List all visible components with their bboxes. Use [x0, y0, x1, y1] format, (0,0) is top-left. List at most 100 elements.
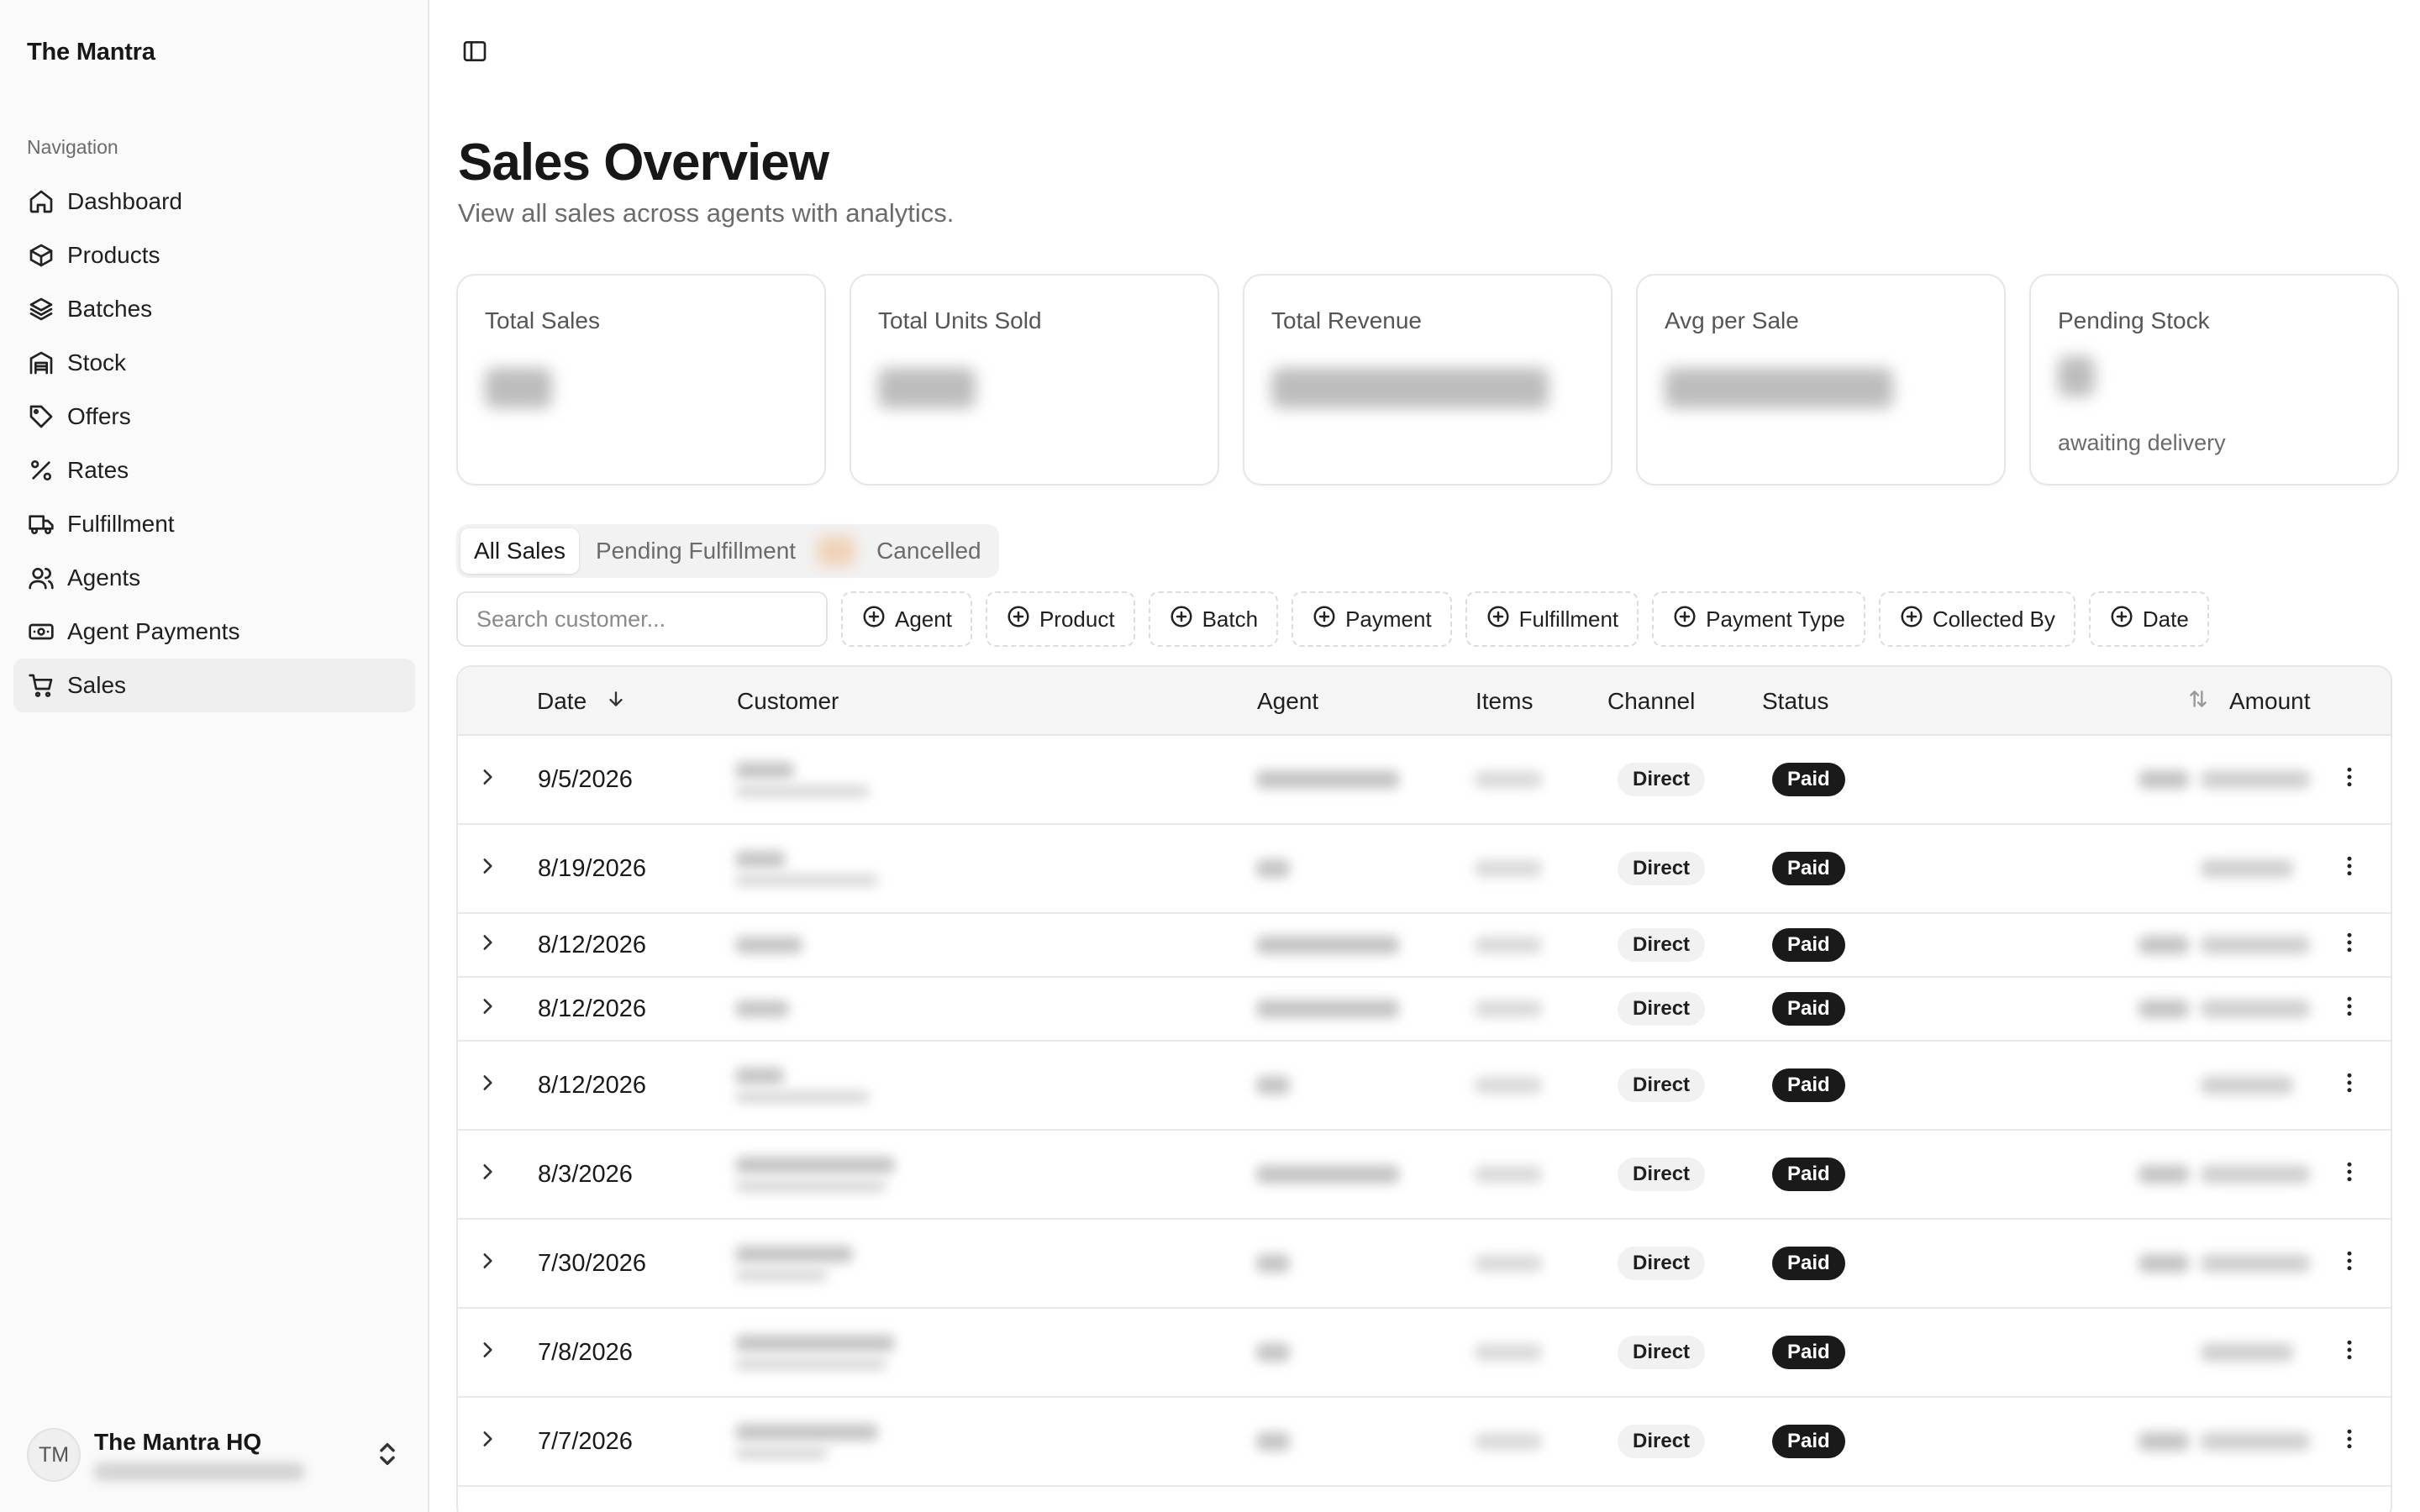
filter-batch-button[interactable]: Batch: [1148, 591, 1279, 647]
sidebar-toggle-button[interactable]: [458, 37, 492, 71]
status-badge: Paid: [1772, 1425, 1845, 1458]
items-redacted: [1475, 978, 1542, 1040]
table-row[interactable]: [458, 1487, 2391, 1512]
expand-row-button[interactable]: [476, 825, 498, 912]
row-actions-button[interactable]: [2337, 1398, 2362, 1485]
row-actions-button[interactable]: [2337, 825, 2362, 912]
filter-collected-by-button[interactable]: Collected By: [1878, 591, 2075, 647]
items-redacted: [1475, 1131, 1542, 1218]
sidebar-item-batches[interactable]: Batches: [13, 282, 415, 336]
tab-redacted[interactable]: [813, 528, 860, 574]
customer-redacted: [735, 914, 802, 976]
sidebar-nav: Dashboard Products Batches Stock Offers …: [13, 175, 415, 712]
row-actions-button[interactable]: [2337, 978, 2362, 1040]
tab-cancelled[interactable]: Cancelled: [863, 528, 995, 574]
channel-badge: Direct: [1618, 1247, 1706, 1280]
column-header-amount[interactable]: Amount: [2187, 667, 2311, 736]
expand-row-button[interactable]: [476, 1131, 498, 1218]
chevron-right-icon: [476, 1428, 498, 1456]
expand-row-button[interactable]: [476, 1042, 498, 1129]
amount-redacted: [2139, 1131, 2310, 1218]
table-row[interactable]: 8/3/2026 Direct Paid: [458, 1131, 2391, 1220]
sidebar-item-products[interactable]: Products: [13, 228, 415, 282]
stat-value-redacted: [1665, 368, 1893, 408]
expand-row-button[interactable]: [476, 1398, 498, 1485]
row-actions-button[interactable]: [2337, 914, 2362, 976]
box-icon: [27, 241, 55, 270]
filter-product-button[interactable]: Product: [985, 591, 1135, 647]
status-badge: Paid: [1772, 992, 1845, 1026]
chevron-right-icon: [476, 1250, 498, 1278]
table-row[interactable]: 7/30/2026 Direct Paid: [458, 1220, 2391, 1309]
sidebar-item-fulfillment[interactable]: Fulfillment: [13, 497, 415, 551]
sidebar-item-label: Fulfillment: [67, 511, 175, 537]
agent-redacted: [1256, 1131, 1399, 1218]
column-header-channel: Channel: [1607, 688, 1696, 714]
sidebar-item-sales[interactable]: Sales: [13, 659, 415, 712]
expand-row-button[interactable]: [476, 914, 498, 976]
sidebar-item-rates[interactable]: Rates: [13, 444, 415, 497]
chevron-right-icon: [476, 1161, 498, 1189]
customer-redacted: [735, 1042, 870, 1129]
account-switcher[interactable]: TM The Mantra HQ: [13, 1415, 415, 1495]
filter-label: Agent: [895, 606, 952, 632]
status-badge: Paid: [1772, 1247, 1845, 1280]
row-actions-button[interactable]: [2337, 1042, 2362, 1129]
filter-date-button[interactable]: Date: [2088, 591, 2209, 647]
table-row[interactable]: 7/7/2026 Direct Paid: [458, 1398, 2391, 1487]
plus-circle-icon: [1006, 604, 1031, 635]
table-row[interactable]: 9/5/2026 Direct Paid: [458, 736, 2391, 825]
table-row[interactable]: 8/12/2026 Direct Paid: [458, 978, 2391, 1042]
plus-circle-icon: [1486, 604, 1511, 635]
row-actions-button[interactable]: [2337, 1309, 2362, 1396]
users-icon: [27, 564, 55, 592]
expand-row-button[interactable]: [476, 1309, 498, 1396]
table-row[interactable]: 8/12/2026 Direct Paid: [458, 1042, 2391, 1131]
expand-row-button[interactable]: [476, 736, 498, 823]
status-badge: Paid: [1772, 1158, 1845, 1191]
sidebar-item-agent-payments[interactable]: Agent Payments: [13, 605, 415, 659]
stat-value-redacted: [485, 368, 552, 408]
filter-agent-button[interactable]: Agent: [841, 591, 972, 647]
plus-circle-icon: [1899, 604, 1924, 635]
filter-fulfillment-button[interactable]: Fulfillment: [1465, 591, 1639, 647]
sidebar-item-offers[interactable]: Offers: [13, 390, 415, 444]
tab-pending-fulfillment[interactable]: Pending Fulfillment: [582, 528, 809, 574]
customer-redacted: [735, 825, 878, 912]
expand-row-button[interactable]: [476, 1220, 498, 1307]
sidebar-item-stock[interactable]: Stock: [13, 336, 415, 390]
chevron-right-icon: [476, 855, 498, 883]
plus-circle-icon: [1169, 604, 1194, 635]
filter-payment-type-button[interactable]: Payment Type: [1652, 591, 1865, 647]
row-actions-button[interactable]: [2337, 736, 2362, 823]
sidebar-item-agents[interactable]: Agents: [13, 551, 415, 605]
column-header-date[interactable]: Date: [537, 667, 627, 736]
search-input[interactable]: [456, 591, 828, 647]
sidebar-item-dashboard[interactable]: Dashboard: [13, 175, 415, 228]
table-row[interactable]: 8/19/2026 Direct Paid: [458, 825, 2391, 914]
filter-payment-button[interactable]: Payment: [1292, 591, 1452, 647]
agent-redacted: [1256, 978, 1399, 1040]
chevron-right-icon: [476, 1339, 498, 1367]
more-vertical-icon: [2337, 1337, 2362, 1368]
expand-row-button[interactable]: [476, 978, 498, 1040]
percent-icon: [27, 456, 55, 485]
sidebar-item-label: Agent Payments: [67, 618, 240, 644]
sale-date: 8/12/2026: [538, 931, 647, 958]
row-actions-button[interactable]: [2337, 1220, 2362, 1307]
tab-all-sales[interactable]: All Sales: [460, 528, 579, 574]
stats-cards: Total Sales Total Units Sold Total Reven…: [456, 274, 2399, 486]
table-row[interactable]: 8/12/2026 Direct Paid: [458, 914, 2391, 978]
customer-redacted: [735, 1487, 861, 1512]
filter-label: Fulfillment: [1518, 606, 1619, 632]
customer-redacted: [735, 1309, 895, 1396]
stat-value-redacted: [2058, 356, 2095, 396]
amount-redacted: [2139, 825, 2293, 912]
items-redacted: [1475, 1220, 1542, 1307]
table-row[interactable]: 7/8/2026 Direct Paid: [458, 1309, 2391, 1398]
filter-label: Product: [1039, 606, 1115, 632]
page-subtitle: View all sales across agents with analyt…: [458, 198, 955, 228]
sidebar-item-label: Batches: [67, 296, 153, 322]
sale-date: 7/8/2026: [538, 1338, 633, 1366]
row-actions-button[interactable]: [2337, 1131, 2362, 1218]
